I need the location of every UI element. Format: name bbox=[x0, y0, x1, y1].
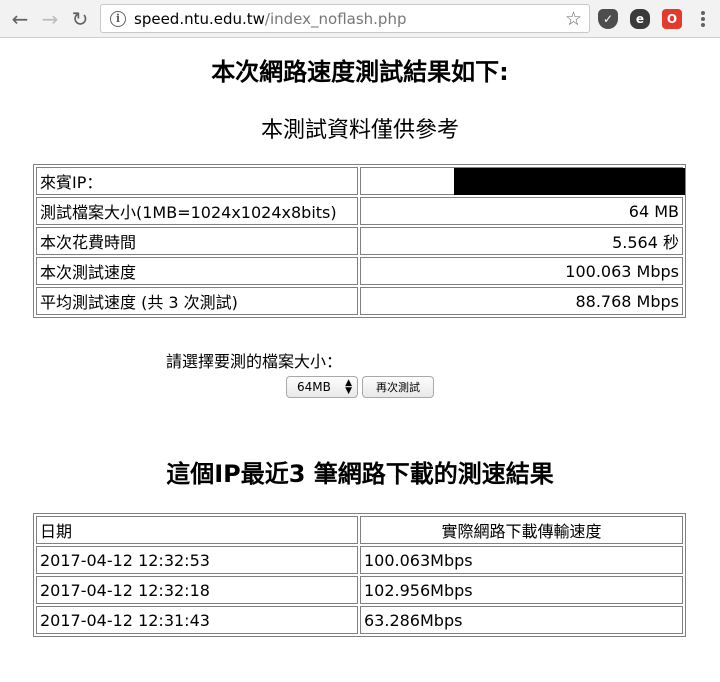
history-date: 2017-04-12 12:32:53 bbox=[36, 546, 358, 574]
info-icon[interactable]: i bbox=[110, 10, 126, 27]
evernote-icon[interactable]: e bbox=[630, 9, 650, 29]
result-label: 測試檔案大小(1MB=1024x1024x8bits) bbox=[36, 197, 358, 225]
result-row-filesize: 測試檔案大小(1MB=1024x1024x8bits) 64 MB bbox=[36, 197, 683, 225]
result-value: 64 MB bbox=[360, 197, 683, 225]
url-text[interactable]: speed.ntu.edu.tw/index_noflash.php bbox=[134, 10, 406, 28]
url-path: /index_noflash.php bbox=[264, 9, 407, 28]
result-value: 5.564 秒 bbox=[360, 227, 683, 255]
menu-icon[interactable] bbox=[696, 9, 710, 29]
pocket-icon[interactable]: ✓ bbox=[598, 9, 618, 29]
reload-icon[interactable]: ↻ bbox=[68, 7, 92, 31]
url-host: speed.ntu.edu.tw bbox=[134, 9, 265, 28]
result-value: 100.063 Mbps bbox=[360, 257, 683, 285]
retest-button[interactable]: 再次測試 bbox=[362, 376, 434, 398]
page-subtitle: 本測試資料僅供參考 bbox=[260, 118, 459, 143]
result-row-average: 平均測試速度 (共 3 次測試) 88.768 Mbps bbox=[36, 287, 683, 315]
result-row-speed: 本次測試速度 100.063 Mbps bbox=[36, 257, 683, 285]
file-size-prompt: 請選擇要測的檔案大小： bbox=[166, 352, 343, 371]
page-title: 本次網路速度測試結果如下: bbox=[211, 58, 509, 86]
history-header-date: 日期 bbox=[36, 516, 358, 544]
select-arrows-icon: ▲ ▼ bbox=[345, 378, 352, 396]
history-date: 2017-04-12 12:32:18 bbox=[36, 576, 358, 604]
history-row: 2017-04-12 12:32:53 100.063Mbps bbox=[36, 546, 683, 574]
result-value: 88.768 Mbps bbox=[360, 287, 683, 315]
result-label: 平均測試速度 (共 3 次測試) bbox=[36, 287, 358, 315]
history-date: 2017-04-12 12:31:43 bbox=[36, 606, 358, 634]
history-row: 2017-04-12 12:31:43 63.286Mbps bbox=[36, 606, 683, 634]
file-size-select[interactable]: 64MB ▲ ▼ bbox=[286, 376, 358, 398]
history-table: 日期 實際網路下載傳輸速度 2017-04-12 12:32:53 100.06… bbox=[33, 513, 686, 637]
result-label: 來賓IP： bbox=[36, 167, 358, 195]
star-icon[interactable]: ☆ bbox=[565, 8, 582, 30]
file-size-selected: 64MB bbox=[297, 380, 331, 394]
result-row-time: 本次花費時間 5.564 秒 bbox=[36, 227, 683, 255]
back-icon[interactable]: ← bbox=[8, 7, 32, 31]
opera-icon[interactable]: O bbox=[662, 9, 682, 29]
history-row: 2017-04-12 12:32:18 102.956Mbps bbox=[36, 576, 683, 604]
address-bar[interactable]: i speed.ntu.edu.tw/index_noflash.php ☆ bbox=[100, 4, 590, 33]
forward-icon[interactable]: → bbox=[38, 7, 62, 31]
history-title: 這個IP最近3 筆網路下載的測速結果 bbox=[166, 460, 554, 488]
browser-toolbar: ← → ↻ i speed.ntu.edu.tw/index_noflash.p… bbox=[0, 0, 720, 38]
history-header-row: 日期 實際網路下載傳輸速度 bbox=[36, 516, 683, 544]
history-speed: 100.063Mbps bbox=[360, 546, 683, 574]
result-label: 本次花費時間 bbox=[36, 227, 358, 255]
result-label: 本次測試速度 bbox=[36, 257, 358, 285]
ip-redaction-bar bbox=[454, 168, 685, 195]
history-speed: 102.956Mbps bbox=[360, 576, 683, 604]
history-header-speed: 實際網路下載傳輸速度 bbox=[360, 516, 683, 544]
history-speed: 63.286Mbps bbox=[360, 606, 683, 634]
